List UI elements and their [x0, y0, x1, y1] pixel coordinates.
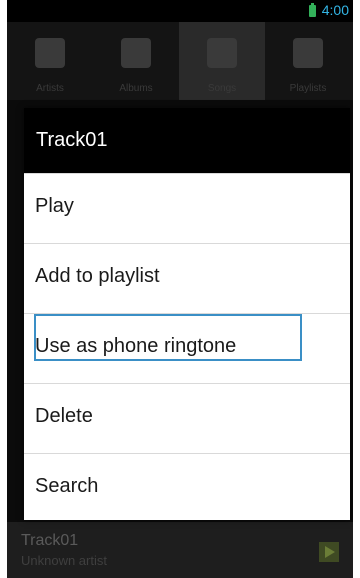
menu-item-label: Use as phone ringtone — [35, 335, 237, 357]
menu-item-add-to-playlist[interactable]: Add to playlist — [24, 243, 350, 313]
menu-item-label: Add to playlist — [35, 265, 160, 287]
menu-item-label: Delete — [35, 405, 93, 427]
menu-item-delete[interactable]: Delete — [24, 383, 350, 453]
menu-item-use-as-ringtone[interactable]: Use as phone ringtone — [24, 313, 350, 383]
context-menu-dialog: Track01 Play Add to playlist Use as phon… — [24, 108, 350, 520]
play-icon[interactable] — [319, 542, 339, 562]
menu-item-label: Search — [35, 475, 99, 497]
battery-icon — [309, 3, 316, 17]
music-tabs: Artists Albums Songs Playlists — [7, 22, 353, 100]
status-time: 4:00 — [321, 2, 349, 18]
tab-label: Artists — [36, 83, 64, 94]
music-note-icon — [207, 38, 237, 68]
menu-item-play[interactable]: Play — [24, 173, 350, 243]
playlist-icon — [293, 38, 323, 68]
menu-item-search[interactable]: Search — [24, 453, 350, 523]
tab-albums[interactable]: Albums — [93, 22, 179, 100]
tab-label: Playlists — [289, 83, 327, 94]
tab-playlists[interactable]: Playlists — [265, 22, 351, 100]
album-icon — [121, 38, 151, 68]
now-playing-title: Track01 — [21, 532, 79, 549]
now-playing-artist: Unknown artist — [21, 553, 107, 568]
tab-songs[interactable]: Songs — [179, 22, 265, 100]
now-playing-bar[interactable]: Track01 Unknown artist — [7, 522, 353, 578]
dialog-title-bar: Track01 — [24, 108, 350, 173]
tab-label: Songs — [207, 83, 237, 94]
phone-screen: 4:00 Artists Albums Songs Playlists Trac… — [7, 0, 353, 578]
menu-item-label: Play — [35, 195, 74, 217]
status-bar: 4:00 — [7, 0, 353, 22]
artist-icon — [35, 38, 65, 68]
tab-label: Albums — [119, 83, 153, 94]
dialog-title: Track01 — [36, 129, 108, 151]
tab-artists[interactable]: Artists — [7, 22, 93, 100]
